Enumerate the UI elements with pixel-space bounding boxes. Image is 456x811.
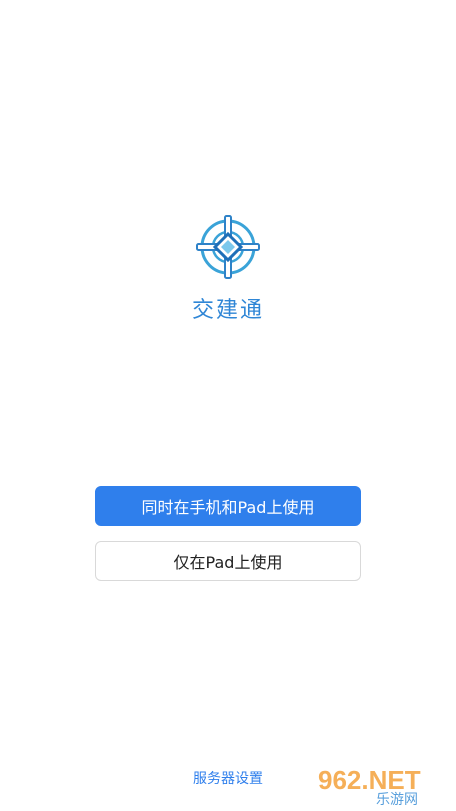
login-mode-screen: 交建通 同时在手机和Pad上使用 仅在Pad上使用 服务器设置 962.NET … [0, 0, 456, 811]
watermark-top-text: 962.NET [318, 765, 421, 795]
app-name: 交建通 [191, 298, 264, 323]
watermark-logo-icon: 962.NET 乐游网 [314, 761, 452, 807]
crosshair-logo-icon [196, 215, 260, 279]
watermark-bottom-text: 乐游网 [376, 792, 418, 807]
use-on-phone-and-pad-button[interactable]: 同时在手机和Pad上使用 [95, 486, 361, 526]
use-on-pad-only-button[interactable]: 仅在Pad上使用 [95, 541, 361, 581]
